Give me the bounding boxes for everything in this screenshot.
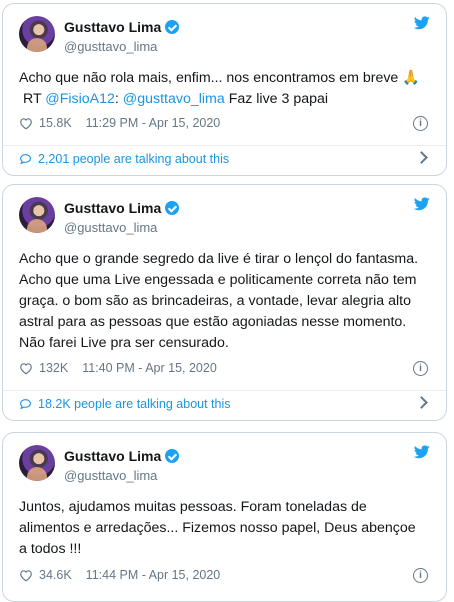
author-name[interactable]: Gusttavo Lima <box>64 448 161 464</box>
author-handle[interactable]: @gusttavo_lima <box>64 220 157 235</box>
verified-badge-icon <box>165 20 180 34</box>
conversation-link[interactable]: 18.2K people are talking about this <box>19 394 432 414</box>
tweet-card[interactable]: Gusttavo Lima @gusttavo_lima Acho que o … <box>2 184 447 421</box>
speech-bubble-icon <box>20 154 31 165</box>
author-handle[interactable]: @gusttavo_lima <box>64 468 157 483</box>
tweet-text: Acho que o grande segredo da live é tira… <box>19 251 419 351</box>
tweet-text: Juntos, ajudamos muitas pessoas. Foram t… <box>19 499 416 557</box>
conversation-link[interactable]: 2,201 people are talking about this <box>19 149 432 169</box>
info-icon[interactable]: i <box>413 115 428 131</box>
tweet-text-part: Faz live 3 papai <box>224 91 329 107</box>
tweet-timestamp[interactable]: 11:44 PM - Apr 15, 2020 <box>86 568 221 582</box>
heart-icon[interactable] <box>19 117 33 130</box>
verified-badge-icon <box>165 201 180 215</box>
avatar[interactable] <box>19 197 55 233</box>
tweet-card[interactable]: Gusttavo Lima @gusttavo_lima Acho que nã… <box>2 3 447 176</box>
heart-icon[interactable] <box>19 362 33 375</box>
avatar[interactable] <box>19 16 55 52</box>
author-row: Gusttavo Lima <box>64 447 180 465</box>
heart-icon[interactable] <box>19 569 33 582</box>
tweet-meta: 34.6K 11:44 PM - Apr 15, 2020 i <box>19 567 432 583</box>
tweet-header: Gusttavo Lima @gusttavo_lima <box>19 16 432 58</box>
author-name[interactable]: Gusttavo Lima <box>64 200 161 216</box>
chevron-right-icon[interactable] <box>415 151 428 164</box>
author-handle[interactable]: @gusttavo_lima <box>64 39 157 54</box>
divider <box>3 145 446 146</box>
mention-link[interactable]: @gusttavo_lima <box>123 91 225 107</box>
twitter-bird-icon[interactable] <box>414 16 430 30</box>
conversation-count[interactable]: 2,201 people are talking about this <box>38 152 229 166</box>
tweet-timestamp[interactable]: 11:40 PM - Apr 15, 2020 <box>82 361 217 375</box>
chevron-right-icon[interactable] <box>415 396 428 409</box>
tweet-timestamp[interactable]: 11:29 PM - Apr 15, 2020 <box>86 116 221 130</box>
like-count[interactable]: 15.8K <box>39 116 72 130</box>
author-row: Gusttavo Lima <box>64 18 180 36</box>
tweet-meta: 132K 11:40 PM - Apr 15, 2020 i <box>19 360 432 376</box>
author-name[interactable]: Gusttavo Lima <box>64 19 161 35</box>
verified-badge-icon <box>165 449 180 463</box>
twitter-bird-icon[interactable] <box>414 445 430 459</box>
info-icon[interactable]: i <box>413 567 428 583</box>
conversation-count[interactable]: 18.2K people are talking about this <box>38 397 231 411</box>
twitter-bird-icon[interactable] <box>414 197 430 211</box>
tweet-text-part: : <box>114 91 123 107</box>
tweet-card[interactable]: Gusttavo Lima @gusttavo_lima Juntos, aju… <box>2 432 447 602</box>
author-row: Gusttavo Lima <box>64 199 180 217</box>
info-icon[interactable]: i <box>413 360 428 376</box>
mention-link[interactable]: @FisioA12 <box>45 91 115 107</box>
avatar[interactable] <box>19 445 55 481</box>
divider <box>3 390 446 391</box>
tweet-meta: 15.8K 11:29 PM - Apr 15, 2020 i <box>19 115 432 131</box>
speech-bubble-icon <box>20 399 31 410</box>
tweet-header: Gusttavo Lima @gusttavo_lima <box>19 445 432 487</box>
tweet-header: Gusttavo Lima @gusttavo_lima <box>19 197 432 239</box>
like-count[interactable]: 132K <box>39 361 68 375</box>
tweet-text: Acho que não rola mais, enfim... nos enc… <box>19 68 432 110</box>
like-count[interactable]: 34.6K <box>39 568 72 582</box>
